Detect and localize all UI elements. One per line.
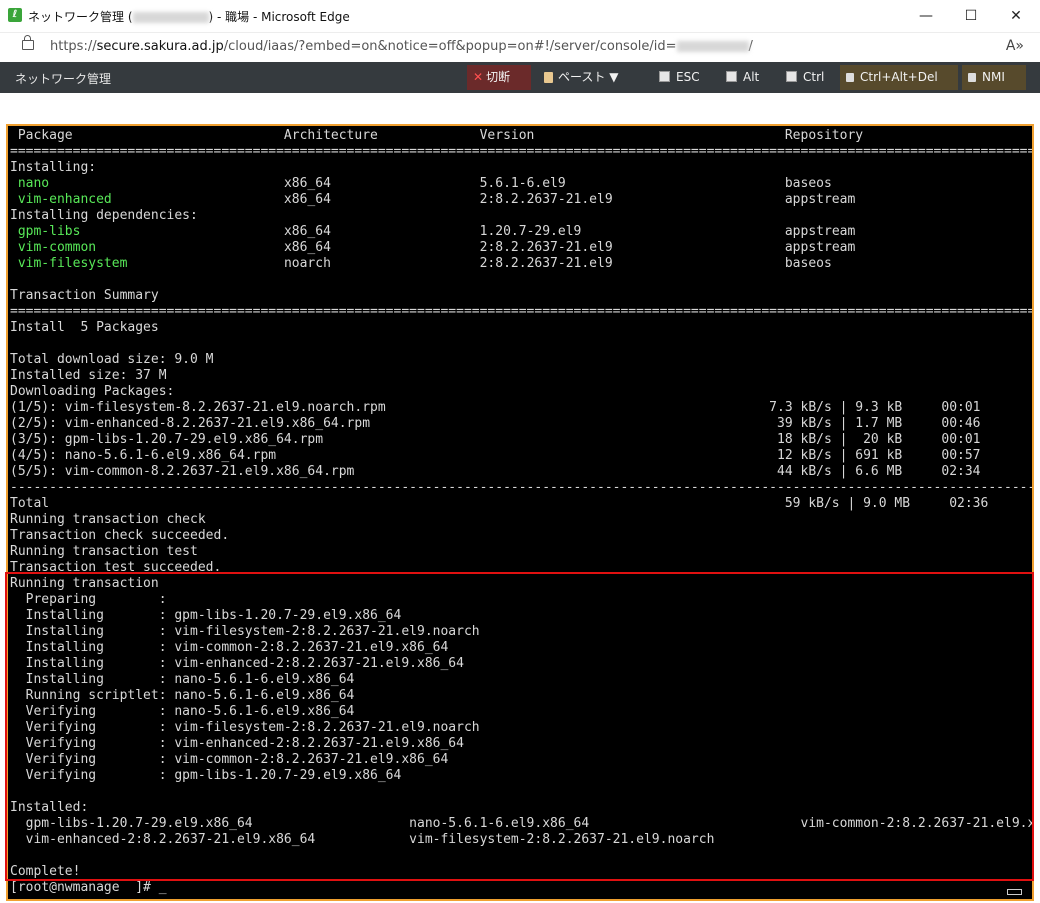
- terminal-line: Installing : nano-5.6.1-6.el9.x86_64 5/5: [25, 672, 355, 687]
- console-toolbar: ネットワーク管理 ✕ 切断 ペースト ▼ ESC Alt Ctrl Ctrl+Al…: [0, 62, 1040, 93]
- alt-button[interactable]: Alt: [720, 65, 770, 90]
- window-title-suffix: ) - 職場 - Microsoft Edge: [208, 10, 350, 24]
- clipboard-icon: [544, 72, 553, 83]
- dependency-name: gpm-libs: [17, 224, 81, 239]
- terminal-line: Total 59 kB/s | 9.0 MB 02:36: [10, 496, 989, 511]
- read-aloud-icon[interactable]: A»: [1006, 38, 1024, 54]
- close-x-icon: ✕: [473, 70, 484, 84]
- terminal-line: Running transaction check: [10, 512, 206, 527]
- terminal-line: (3/5): gpm-libs-1.20.7-29.el9.x86_64.rpm…: [10, 432, 981, 447]
- package-name: vim-enhanced: [17, 192, 112, 207]
- cursor-indicator: [1007, 889, 1022, 895]
- dependency-details: noarch 2:8.2.2637-21.el9 baseos 9.3 k: [127, 256, 1034, 271]
- terminal-line: (1/5): vim-filesystem-8.2.2637-21.el9.no…: [10, 400, 981, 415]
- terminal-line: Total download size: 9.0 M: [10, 352, 214, 367]
- terminal-line: Installed size: 37 M: [10, 368, 167, 383]
- terminal-line: Transaction check succeeded.: [10, 528, 230, 543]
- redacted-title-text: [132, 12, 209, 23]
- table-header: Package Architecture Version Repository …: [10, 128, 1034, 143]
- ctrl-label: Ctrl: [803, 70, 825, 84]
- redacted-url-id: [676, 41, 749, 52]
- toolbar-title: ネットワーク管理: [15, 72, 112, 86]
- ctrl-button[interactable]: Ctrl: [780, 65, 834, 90]
- checkbox-icon: [786, 71, 797, 82]
- window-title-prefix: ネットワーク管理 (: [28, 10, 133, 24]
- maximize-button[interactable]: ☐: [948, 0, 994, 32]
- terminal-line: Verifying : gpm-libs-1.20.7-29.el9.x86_6…: [25, 768, 402, 783]
- terminal-line: Verifying : nano-5.6.1-6.el9.x86_64 1/5: [25, 704, 355, 719]
- terminal-line: Installing : vim-filesystem-2:8.2.2637-2…: [25, 624, 480, 639]
- checkbox-icon: [659, 71, 670, 82]
- key-icon: [968, 73, 976, 82]
- key-icon: [846, 73, 854, 82]
- terminal-line: gpm-libs-1.20.7-29.el9.x86_64 nano-5.6.1…: [25, 816, 1034, 831]
- terminal-line: Verifying : vim-filesystem-2:8.2.2637-21…: [25, 720, 480, 735]
- terminal-line: Downloading Packages:: [10, 384, 175, 399]
- terminal-line: Verifying : vim-common-2:8.2.2637-21.el9…: [25, 752, 449, 767]
- terminal-line: (4/5): nano-5.6.1-6.el9.x86_64.rpm 12 kB…: [10, 448, 981, 463]
- terminal-line: Running scriptlet: nano-5.6.1-6.el9.x86_…: [25, 688, 355, 703]
- terminal-line: (2/5): vim-enhanced-8.2.2637-21.el9.x86_…: [10, 416, 981, 431]
- package-name: nano: [17, 176, 50, 191]
- dependency-name: vim-filesystem: [17, 256, 128, 271]
- disconnect-label: 切断: [486, 70, 511, 84]
- terminal-line: Installed:: [10, 800, 89, 815]
- separator: ========================================…: [10, 144, 1034, 159]
- paste-label: ペースト ▼: [558, 70, 619, 84]
- terminal-line: Install 5 Packages: [10, 320, 159, 335]
- esc-button[interactable]: ESC: [653, 65, 713, 90]
- terminal-line: Complete!: [10, 864, 81, 879]
- installing-label: Installing:: [10, 160, 97, 175]
- terminal-output: Package Architecture Version Repository …: [10, 128, 1034, 896]
- terminal-line: (5/5): vim-common-8.2.2637-21.el9.x86_64…: [10, 464, 981, 479]
- minimize-button[interactable]: —: [903, 0, 949, 32]
- terminal-line: Installing : vim-enhanced-2:8.2.2637-21.…: [25, 656, 464, 671]
- terminal-line: Transaction test succeeded.: [10, 560, 222, 575]
- dependency-name: vim-common: [17, 240, 97, 255]
- address-bar[interactable]: https://secure.sakura.ad.jp/cloud/iaas/?…: [0, 33, 1040, 61]
- nmi-button[interactable]: NMI: [962, 65, 1026, 90]
- terminal-line: ========================================…: [10, 304, 1034, 319]
- app-leaf-icon: ℓ: [8, 8, 22, 22]
- close-button[interactable]: ✕: [993, 0, 1039, 32]
- terminal-line: Verifying : vim-enhanced-2:8.2.2637-21.e…: [25, 736, 464, 751]
- ctrl-alt-del-button[interactable]: Ctrl+Alt+Del: [840, 65, 958, 90]
- alt-label: Alt: [743, 70, 760, 84]
- nmi-label: NMI: [982, 70, 1005, 84]
- terminal-line: Installing : vim-common-2:8.2.2637-21.el…: [25, 640, 449, 655]
- dependency-details: x86_64 2:8.2.2637-21.el9 appstream 6.6 M: [96, 240, 1034, 255]
- terminal-line: Transaction Summary: [10, 288, 159, 303]
- terminal-line: vim-enhanced-2:8.2.2637-21.el9.x86_64 vi…: [25, 832, 715, 847]
- terminal-line: Running transaction: [10, 576, 159, 591]
- paste-dropdown-button[interactable]: ペースト ▼: [538, 65, 642, 90]
- ctrl-alt-del-label: Ctrl+Alt+Del: [860, 70, 938, 84]
- url-path: /cloud/iaas/?embed=on&notice=off&popup=o…: [223, 39, 677, 54]
- terminal-line: Preparing : 1/1: [25, 592, 167, 607]
- terminal-line: Running transaction test: [10, 544, 198, 559]
- url-protocol: https://: [50, 39, 97, 54]
- url-path-end: /: [748, 39, 753, 54]
- terminal-rest-lines: Transaction Summary ====================…: [10, 288, 1034, 895]
- terminal-line: Installing : gpm-libs-1.20.7-29.el9.x86_…: [25, 608, 402, 623]
- package-details: x86_64 2:8.2.2637-21.el9 appstream 1.7 M: [111, 192, 1034, 207]
- dependency-details: x86_64 1.20.7-29.el9 appstream 20 k: [80, 224, 1034, 239]
- disconnect-button[interactable]: ✕ 切断: [467, 65, 531, 90]
- terminal-line: [root@nwmanage ]# _: [10, 880, 167, 895]
- url-text[interactable]: https://secure.sakura.ad.jp/cloud/iaas/?…: [50, 39, 753, 54]
- terminal-line: ----------------------------------------…: [10, 480, 1034, 495]
- package-details: x86_64 5.6.1-6.el9 baseos 691 k: [49, 176, 1034, 191]
- console-screen[interactable]: Package Architecture Version Repository …: [6, 124, 1034, 901]
- lock-icon[interactable]: [22, 35, 34, 50]
- dependencies-label: Installing dependencies:: [10, 208, 198, 223]
- esc-label: ESC: [676, 70, 700, 84]
- window-title-bar: ℓ ネットワーク管理 () - 職場 - Microsoft Edge — ☐ …: [0, 0, 1040, 33]
- window-title: ネットワーク管理 ( ) - 職場 - Microsoft Edge: [28, 8, 350, 25]
- url-host: secure.sakura.ad.jp: [96, 39, 224, 54]
- checkbox-icon: [726, 71, 737, 82]
